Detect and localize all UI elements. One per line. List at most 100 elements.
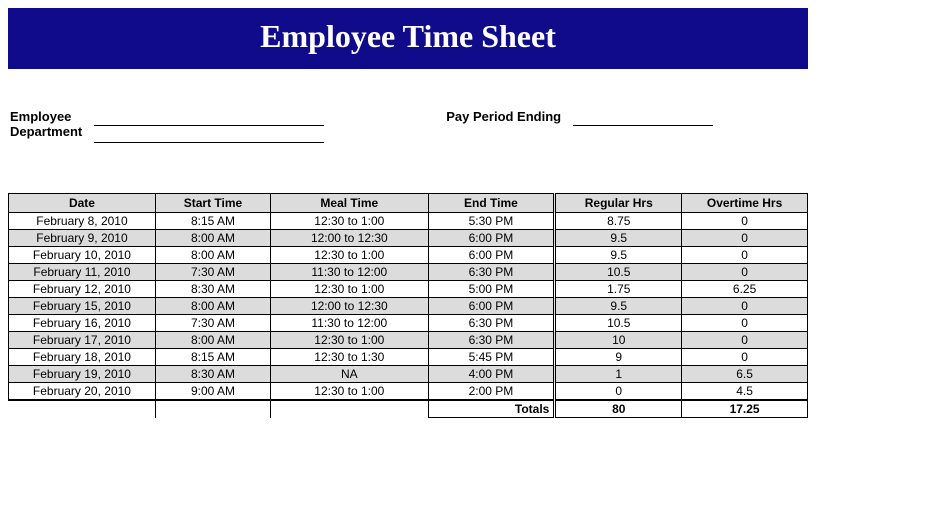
cell-overtime: 0 <box>682 247 808 264</box>
table-header-row: Date Start Time Meal Time End Time Regul… <box>9 194 808 213</box>
table-row: February 18, 20108:15 AM12:30 to 1:305:4… <box>9 349 808 366</box>
cell-regular: 10.5 <box>555 264 682 281</box>
table-row: February 17, 20108:00 AM12:30 to 1:006:3… <box>9 332 808 349</box>
cell-end: 6:00 PM <box>428 247 555 264</box>
cell-regular: 8.75 <box>555 213 682 230</box>
timesheet-table: Date Start Time Meal Time End Time Regul… <box>8 193 808 418</box>
cell-regular: 9.5 <box>555 247 682 264</box>
cell-overtime: 0 <box>682 298 808 315</box>
totals-blank <box>271 400 428 418</box>
col-meal: Meal Time <box>271 194 428 213</box>
cell-overtime: 0 <box>682 264 808 281</box>
cell-regular: 1.75 <box>555 281 682 298</box>
cell-end: 6:30 PM <box>428 264 555 281</box>
table-row: February 20, 20109:00 AM12:30 to 1:002:0… <box>9 383 808 401</box>
cell-overtime: 6.25 <box>682 281 808 298</box>
cell-date: February 19, 2010 <box>9 366 156 383</box>
cell-start: 8:00 AM <box>155 332 270 349</box>
table-row: February 15, 20108:00 AM12:00 to 12:306:… <box>9 298 808 315</box>
cell-date: February 18, 2010 <box>9 349 156 366</box>
table-row: February 8, 20108:15 AM12:30 to 1:005:30… <box>9 213 808 230</box>
cell-meal: 12:30 to 1:00 <box>271 247 428 264</box>
cell-end: 2:00 PM <box>428 383 555 401</box>
pay-period-label: Pay Period Ending <box>446 109 561 124</box>
col-overtime: Overtime Hrs <box>682 194 808 213</box>
totals-row: Totals8017.25 <box>9 400 808 418</box>
cell-meal: 12:30 to 1:00 <box>271 383 428 401</box>
table-row: February 9, 20108:00 AM12:00 to 12:306:0… <box>9 230 808 247</box>
employee-field[interactable] <box>94 109 324 126</box>
table-row: February 11, 20107:30 AM11:30 to 12:006:… <box>9 264 808 281</box>
cell-end: 5:45 PM <box>428 349 555 366</box>
cell-meal: 11:30 to 12:00 <box>271 315 428 332</box>
page-title: Employee Time Sheet <box>8 8 808 69</box>
cell-meal: 12:00 to 12:30 <box>271 298 428 315</box>
table-row: February 19, 20108:30 AMNA4:00 PM16.5 <box>9 366 808 383</box>
cell-meal: 12:30 to 1:00 <box>271 332 428 349</box>
cell-regular: 0 <box>555 383 682 401</box>
cell-regular: 10 <box>555 332 682 349</box>
cell-overtime: 4.5 <box>682 383 808 401</box>
col-regular: Regular Hrs <box>555 194 682 213</box>
cell-date: February 11, 2010 <box>9 264 156 281</box>
cell-meal: 12:30 to 1:00 <box>271 213 428 230</box>
totals-regular: 80 <box>555 400 682 418</box>
department-field[interactable] <box>94 126 324 143</box>
cell-start: 8:30 AM <box>155 366 270 383</box>
cell-regular: 9.5 <box>555 298 682 315</box>
cell-meal: 12:30 to 1:00 <box>271 281 428 298</box>
cell-meal: 12:00 to 12:30 <box>271 230 428 247</box>
cell-meal: 12:30 to 1:30 <box>271 349 428 366</box>
cell-start: 9:00 AM <box>155 383 270 401</box>
cell-end: 5:30 PM <box>428 213 555 230</box>
table-row: February 12, 20108:30 AM12:30 to 1:005:0… <box>9 281 808 298</box>
table-row: February 16, 20107:30 AM11:30 to 12:006:… <box>9 315 808 332</box>
cell-end: 6:30 PM <box>428 315 555 332</box>
cell-regular: 10.5 <box>555 315 682 332</box>
col-start: Start Time <box>155 194 270 213</box>
cell-date: February 10, 2010 <box>9 247 156 264</box>
col-end: End Time <box>428 194 555 213</box>
cell-overtime: 0 <box>682 230 808 247</box>
cell-overtime: 0 <box>682 213 808 230</box>
cell-overtime: 0 <box>682 332 808 349</box>
cell-start: 8:00 AM <box>155 247 270 264</box>
employee-label: Employee <box>10 109 82 124</box>
cell-date: February 8, 2010 <box>9 213 156 230</box>
cell-date: February 16, 2010 <box>9 315 156 332</box>
cell-date: February 20, 2010 <box>9 383 156 401</box>
cell-meal: NA <box>271 366 428 383</box>
cell-regular: 9 <box>555 349 682 366</box>
col-date: Date <box>9 194 156 213</box>
cell-start: 8:00 AM <box>155 298 270 315</box>
cell-date: February 9, 2010 <box>9 230 156 247</box>
cell-end: 5:00 PM <box>428 281 555 298</box>
cell-start: 8:15 AM <box>155 213 270 230</box>
cell-end: 6:00 PM <box>428 298 555 315</box>
cell-date: February 17, 2010 <box>9 332 156 349</box>
cell-end: 6:00 PM <box>428 230 555 247</box>
cell-start: 8:00 AM <box>155 230 270 247</box>
cell-start: 8:15 AM <box>155 349 270 366</box>
header-fields: Employee Department Pay Period Ending <box>8 109 808 143</box>
cell-meal: 11:30 to 12:00 <box>271 264 428 281</box>
cell-overtime: 0 <box>682 349 808 366</box>
cell-overtime: 0 <box>682 315 808 332</box>
cell-overtime: 6.5 <box>682 366 808 383</box>
totals-blank <box>155 400 270 418</box>
cell-date: February 15, 2010 <box>9 298 156 315</box>
totals-label: Totals <box>428 400 555 418</box>
cell-end: 4:00 PM <box>428 366 555 383</box>
cell-end: 6:30 PM <box>428 332 555 349</box>
department-label: Department <box>10 124 82 139</box>
totals-overtime: 17.25 <box>682 400 808 418</box>
pay-period-field[interactable] <box>573 109 713 126</box>
table-row: February 10, 20108:00 AM12:30 to 1:006:0… <box>9 247 808 264</box>
cell-regular: 1 <box>555 366 682 383</box>
cell-date: February 12, 2010 <box>9 281 156 298</box>
cell-start: 7:30 AM <box>155 315 270 332</box>
cell-start: 7:30 AM <box>155 264 270 281</box>
cell-regular: 9.5 <box>555 230 682 247</box>
totals-blank <box>9 400 156 418</box>
cell-start: 8:30 AM <box>155 281 270 298</box>
